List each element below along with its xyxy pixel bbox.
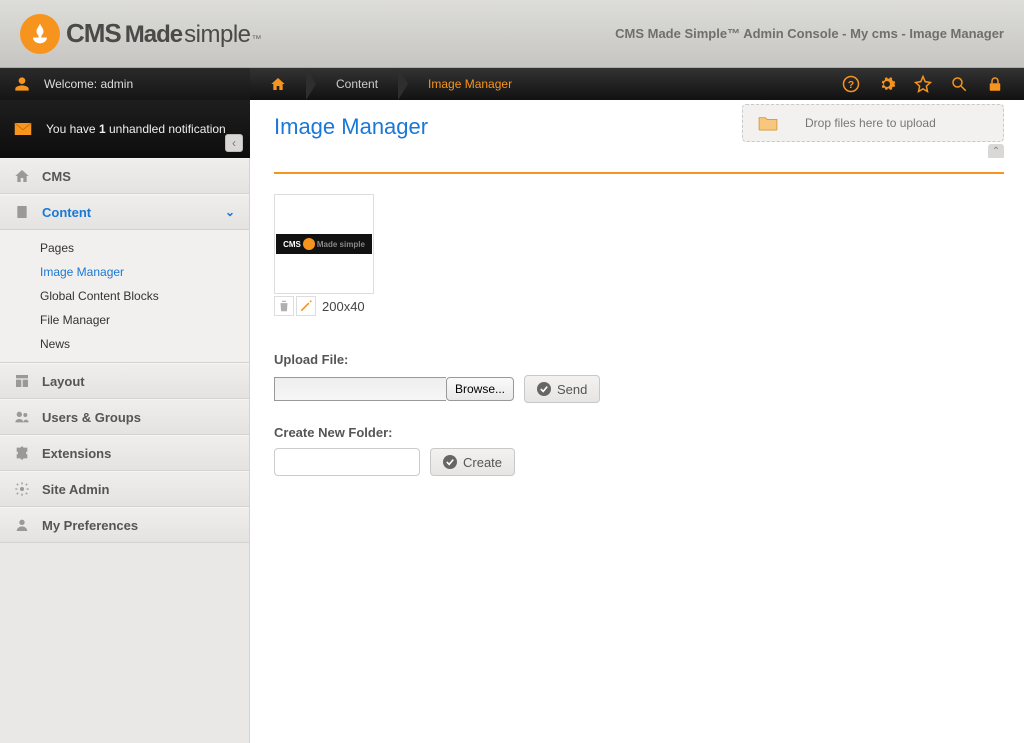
puzzle-icon [14, 445, 30, 461]
button-label: Create [463, 455, 502, 470]
mail-icon [14, 122, 32, 136]
sidebar-item-label: Layout [42, 374, 85, 389]
chevron-up-icon: ⌃ [992, 146, 1000, 157]
header-title: CMS Made Simple™ Admin Console - My cms … [615, 26, 1004, 41]
chevron-left-icon: ‹ [232, 136, 236, 150]
sidebar-item-label: CMS [42, 169, 71, 184]
file-path-field[interactable] [274, 377, 446, 401]
topbar: Welcome: admin Content Image Manager ? [0, 68, 1024, 100]
search-icon[interactable] [950, 75, 968, 93]
notification-text: You have 1 unhandled notification [46, 122, 226, 136]
dropzone-collapse[interactable]: ⌃ [988, 144, 1004, 158]
logo-icon [20, 14, 60, 54]
sidebar-collapse-button[interactable]: ‹ [225, 134, 243, 152]
help-icon[interactable]: ? [842, 75, 860, 93]
sidebar-item-layout[interactable]: Layout [0, 363, 249, 399]
breadcrumb: Content Image Manager [250, 68, 532, 100]
lock-icon[interactable] [986, 75, 1004, 93]
sidebar-item-site-admin[interactable]: Site Admin [0, 471, 249, 507]
folder-icon [757, 115, 779, 131]
create-folder-section: Create New Folder: Create [274, 425, 1004, 476]
sidebar-item-cms[interactable]: CMS [0, 158, 249, 194]
sidebar-item-users-groups[interactable]: Users & Groups [0, 399, 249, 435]
breadcrumb-home[interactable] [250, 68, 306, 100]
logo-text: CMS Made simple ™ [66, 18, 262, 49]
sidebar-item-label: Users & Groups [42, 410, 141, 425]
check-icon [443, 455, 457, 469]
breadcrumb-current: Image Manager [408, 68, 532, 100]
layout-icon [14, 373, 30, 389]
topbar-left: Welcome: admin [0, 68, 250, 100]
sidebar-submenu: Pages Image Manager Global Content Block… [0, 230, 249, 363]
gear-icon [14, 481, 30, 497]
document-icon [14, 204, 30, 220]
chevron-down-icon: ⌄ [225, 205, 235, 219]
star-icon[interactable] [914, 75, 932, 93]
pencil-icon [299, 299, 313, 313]
sidebar-sub-file-manager[interactable]: File Manager [0, 308, 249, 332]
file-input[interactable]: Browse... [274, 377, 514, 401]
browse-button[interactable]: Browse... [446, 377, 514, 401]
gear-icon[interactable] [878, 75, 896, 93]
sidebar-item-label: My Preferences [42, 518, 138, 533]
header: CMS Made simple ™ CMS Made Simple™ Admin… [0, 0, 1024, 68]
sidebar-item-label: Site Admin [42, 482, 109, 497]
sidebar-item-label: Content [42, 205, 91, 220]
image-label: 200x40 [318, 299, 365, 314]
sidebar-item-extensions[interactable]: Extensions [0, 435, 249, 471]
upload-section: Upload File: Browse... Send [274, 352, 1004, 403]
breadcrumb-content[interactable]: Content [316, 68, 398, 100]
sidebar-sub-news[interactable]: News [0, 332, 249, 356]
dropzone-label: Drop files here to upload [805, 116, 936, 130]
sidebar-sub-global-content-blocks[interactable]: Global Content Blocks [0, 284, 249, 308]
sidebar: ‹ CMS Content ⌄ Pages Image Manager Glob… [0, 158, 250, 743]
home-icon [270, 76, 286, 92]
create-button[interactable]: Create [430, 448, 515, 476]
notification-bar[interactable]: You have 1 unhandled notification [0, 100, 250, 158]
trash-icon [277, 299, 291, 313]
main-content: Drop files here to upload ⌃ Image Manage… [250, 100, 1024, 743]
divider [274, 172, 1004, 174]
logo[interactable]: CMS Made simple ™ [20, 14, 262, 54]
check-icon [537, 382, 551, 396]
user-icon [14, 76, 30, 92]
upload-label: Upload File: [274, 352, 1004, 367]
sidebar-sub-pages[interactable]: Pages [0, 236, 249, 260]
sidebar-item-content[interactable]: Content ⌄ [0, 194, 249, 230]
users-icon [14, 409, 30, 425]
send-button[interactable]: Send [524, 375, 600, 403]
thumbnail-actions: 200x40 [274, 296, 1004, 316]
svg-text:?: ? [848, 79, 854, 91]
sidebar-item-my-preferences[interactable]: My Preferences [0, 507, 249, 543]
folder-name-input[interactable] [274, 448, 420, 476]
dropzone[interactable]: Drop files here to upload [742, 104, 1004, 142]
topbar-icons: ? [842, 68, 1024, 100]
thumbnail-preview: CMSMade simple [276, 234, 372, 254]
home-icon [14, 168, 30, 184]
breadcrumb-sep-icon [306, 68, 316, 100]
delete-button[interactable] [274, 296, 294, 316]
image-item: CMSMade simple 200x40 [274, 194, 1004, 316]
welcome-text: Welcome: admin [44, 77, 133, 91]
image-thumbnail[interactable]: CMSMade simple [274, 194, 374, 294]
edit-button[interactable] [296, 296, 316, 316]
button-label: Send [557, 382, 587, 397]
sidebar-sub-image-manager[interactable]: Image Manager [0, 260, 249, 284]
user-icon [14, 517, 30, 533]
create-folder-label: Create New Folder: [274, 425, 1004, 440]
sidebar-item-label: Extensions [42, 446, 111, 461]
breadcrumb-sep-icon [398, 68, 408, 100]
